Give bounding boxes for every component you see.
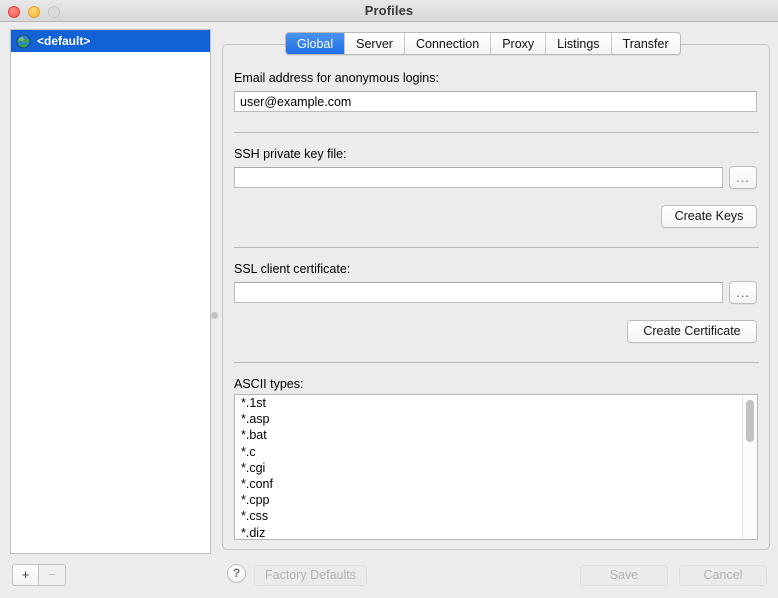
ssh-key-label: SSH private key file: xyxy=(234,147,347,161)
list-item[interactable]: *.cpp xyxy=(235,492,757,508)
help-icon[interactable]: ? xyxy=(227,564,246,583)
tab-bar: Global Server Connection Proxy Listings … xyxy=(285,32,681,55)
tab-connection[interactable]: Connection xyxy=(404,33,492,54)
ascii-types-list[interactable]: *.1st *.asp *.bat *.c *.cgi *.conf *.cpp *.css *… xyxy=(234,394,758,540)
ascii-types-rows: *.1st *.asp *.bat *.c *.cgi *.conf *.cpp *.css *… xyxy=(235,395,757,539)
tab-transfer[interactable]: Transfer xyxy=(611,33,680,54)
email-label: Email address for anonymous logins: xyxy=(234,71,439,85)
splitter-grip[interactable] xyxy=(211,312,218,319)
list-item-label: <default> xyxy=(37,34,91,48)
list-item[interactable]: *.cgi xyxy=(235,460,757,476)
ssh-key-field[interactable] xyxy=(234,167,723,188)
create-certificate-button[interactable]: Create Certificate xyxy=(627,320,757,343)
list-item[interactable]: <default> xyxy=(11,30,210,52)
ssl-cert-label: SSL client certificate: xyxy=(234,262,351,276)
ascii-types-scrollbar[interactable] xyxy=(742,396,756,539)
remove-profile-button: − xyxy=(39,564,66,586)
tab-proxy[interactable]: Proxy xyxy=(491,33,547,54)
separator xyxy=(234,362,759,363)
ssl-cert-browse-button[interactable]: ... xyxy=(729,281,757,304)
profiles-list[interactable]: <default> xyxy=(10,29,211,554)
window-title: Profiles xyxy=(364,3,414,18)
list-item[interactable]: *.asp xyxy=(235,411,757,427)
profiles-window: Profiles <default> Email address for ano… xyxy=(0,0,778,598)
save-button: Save xyxy=(580,565,668,586)
email-field[interactable] xyxy=(234,91,757,112)
separator xyxy=(234,247,759,248)
add-profile-button[interactable]: + xyxy=(12,564,39,586)
ssl-cert-field[interactable] xyxy=(234,282,723,303)
list-item[interactable]: *.diz xyxy=(235,525,757,539)
ascii-types-label: ASCII types: xyxy=(234,377,304,391)
separator xyxy=(234,132,759,133)
scrollbar-thumb[interactable] xyxy=(746,400,754,442)
factory-defaults-button: Factory Defaults xyxy=(254,565,367,586)
cancel-button: Cancel xyxy=(679,565,767,586)
ssh-key-browse-button[interactable]: ... xyxy=(729,166,757,189)
list-item[interactable]: *.1st xyxy=(235,395,757,411)
list-item[interactable]: *.css xyxy=(235,508,757,524)
create-keys-button[interactable]: Create Keys xyxy=(661,205,757,228)
list-item[interactable]: *.bat xyxy=(235,427,757,443)
tab-server[interactable]: Server xyxy=(345,33,405,54)
list-item[interactable]: *.c xyxy=(235,444,757,460)
tab-global[interactable]: Global xyxy=(286,33,346,54)
window-titlebar: Profiles xyxy=(0,0,778,22)
tab-listings[interactable]: Listings xyxy=(546,33,612,54)
globe-icon xyxy=(16,33,31,49)
list-item[interactable]: *.conf xyxy=(235,476,757,492)
